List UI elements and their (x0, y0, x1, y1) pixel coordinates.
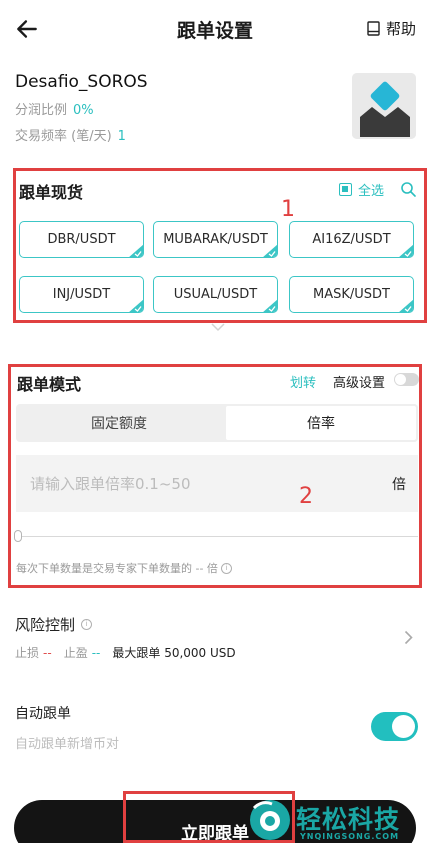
trader-avatar (352, 73, 416, 139)
select-all-checkbox[interactable]: 全选 (338, 180, 384, 199)
help-label: 帮助 (385, 20, 416, 38)
frequency-row: 交易频率 (笔/天) 1 (15, 125, 148, 144)
pair-chip[interactable]: MUBARAK/USDT (153, 221, 278, 258)
pair-chip[interactable]: AI16Z/USDT (289, 221, 414, 258)
select-all-label: 全选 (357, 184, 384, 199)
tab-multiplier[interactable]: 倍率 (224, 404, 418, 442)
auto-follow-row: 自动跟单 自动跟单新增币对 (15, 703, 119, 752)
corner-check-icon (129, 299, 143, 312)
pair-chip[interactable]: DBR/USDT (19, 221, 144, 258)
avatar-logo-icon (352, 73, 416, 139)
stop-loss-value: -- (43, 646, 52, 660)
chevron-right-icon (404, 630, 413, 645)
multiplier-input-box: 倍 (16, 455, 418, 512)
corner-check-icon (399, 299, 413, 312)
stop-loss: 止损 -- (15, 644, 52, 661)
help-button[interactable]: 帮助 (367, 18, 416, 39)
multiplier-slider-handle[interactable] (14, 530, 22, 542)
multiplier-hint-text: 每次下单数量是交易专家下单数量的 -- 倍 (16, 562, 218, 575)
info-icon[interactable]: i (81, 619, 93, 630)
multiplier-unit: 倍 (392, 477, 406, 493)
pair-label: INJ/USDT (52, 287, 111, 302)
max-follow-amount: 最大跟单 50,000 USD (112, 646, 236, 660)
pair-chip[interactable]: INJ/USDT (19, 276, 144, 313)
info-icon[interactable]: i (220, 562, 232, 574)
trader-name: Desafio_SOROS (15, 72, 148, 92)
risk-control-title: 风险控制 (15, 616, 76, 634)
watermark-text: 轻松科技 (296, 805, 401, 834)
stop-loss-label: 止损 (15, 646, 40, 660)
watermark: 轻松科技 YNQINGSONG.COM (248, 798, 430, 843)
advanced-settings-label: 高级设置 (333, 376, 386, 391)
page-title: 跟单设置 (176, 20, 253, 42)
take-profit-value: -- (91, 646, 101, 660)
auto-follow-toggle[interactable] (371, 712, 418, 741)
pair-chip[interactable]: MASK/USDT (289, 276, 414, 313)
book-icon (367, 21, 380, 36)
mode-section-title: 跟单模式 (17, 375, 82, 394)
annotation-number-2: 2 (299, 484, 313, 509)
profit-share-row: 分润比例 0% (15, 99, 148, 118)
risk-control-title-row: 风险控制 i (15, 614, 417, 635)
corner-check-icon (263, 299, 277, 312)
profit-share-label: 分润比例 (15, 103, 68, 118)
pair-label: DBR/USDT (47, 232, 116, 247)
advanced-settings-toggle[interactable] (394, 373, 419, 386)
frequency-label: 交易频率 (笔/天) (15, 129, 112, 144)
take-profit-label: 止盈 (63, 646, 88, 660)
transfer-link[interactable]: 划转 (290, 372, 316, 391)
risk-control-row[interactable]: 风险控制 i 止损 -- 止盈 -- 最大跟单 50,000 USD (15, 614, 417, 661)
pair-label: AI16Z/USDT (312, 232, 391, 247)
pair-chip[interactable]: USUAL/USDT (153, 276, 278, 313)
spot-pairs-section: 跟单现货 全选 1 DBR/USDT MUBARAK/USDT AI16Z/US… (13, 168, 427, 323)
pair-label: USUAL/USDT (173, 287, 258, 302)
pair-label: MASK/USDT (313, 287, 390, 302)
auto-follow-subtitle: 自动跟单新增币对 (15, 737, 120, 752)
pair-label: MUBARAK/USDT (163, 232, 268, 247)
multiplier-slider-track[interactable] (16, 536, 418, 537)
chevron-down-icon[interactable] (210, 322, 226, 332)
follow-mode-section: 跟单模式 划转 高级设置 固定额度 倍率 倍 2 每次下单数量是交易专家下单数量… (8, 364, 422, 588)
take-profit: 止盈 -- (64, 644, 101, 661)
spot-section-title: 跟单现货 (19, 183, 84, 202)
corner-check-icon (399, 244, 413, 257)
annotation-number-1: 1 (281, 197, 295, 222)
risk-control-summary: 止损 -- 止盈 -- 最大跟单 50,000 USD (15, 644, 417, 661)
frequency-value: 1 (117, 129, 126, 144)
top-bar: 跟单设置 帮助 (0, 0, 430, 60)
corner-check-icon (129, 244, 143, 257)
profit-share-value: 0% (73, 103, 94, 118)
watermark-logo-icon (250, 800, 290, 840)
auto-follow-title: 自动跟单 (15, 706, 71, 722)
watermark-subtext: YNQINGSONG.COM (300, 832, 400, 841)
trader-info: Desafio_SOROS 分润比例 0% 交易频率 (笔/天) 1 (15, 72, 148, 144)
tab-fixed-amount[interactable]: 固定额度 (16, 404, 222, 442)
mode-segmented-control: 固定额度 倍率 (16, 404, 418, 442)
multiplier-hint: 每次下单数量是交易专家下单数量的 -- 倍 i (16, 560, 232, 576)
corner-check-icon (263, 244, 277, 257)
checkbox-checked-icon (338, 183, 352, 196)
search-icon[interactable] (400, 181, 416, 197)
